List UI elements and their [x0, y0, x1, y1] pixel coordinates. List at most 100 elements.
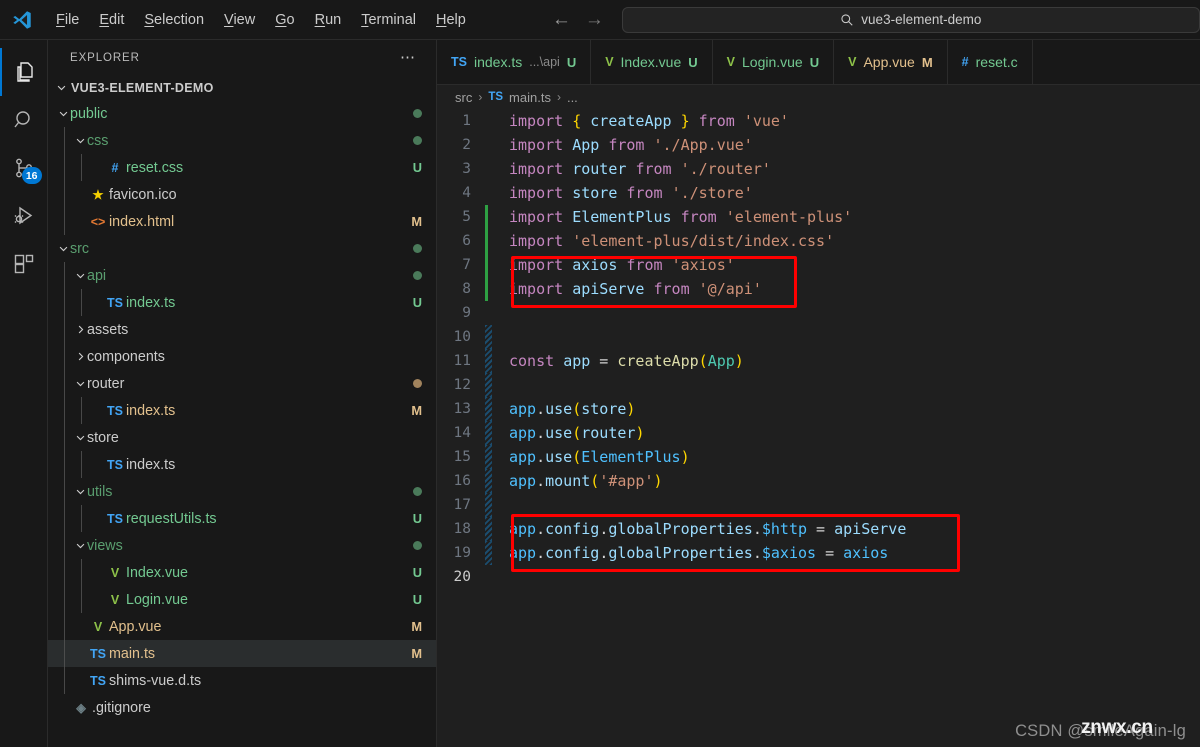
gutter-indent-marker — [483, 421, 497, 445]
code-line[interactable]: 7 import axios from 'axios' — [437, 253, 1200, 277]
code-line[interactable]: 11 const app = createApp(App) — [437, 349, 1200, 373]
explorer-root-folder[interactable]: VUE3-ELEMENT-DEMO — [48, 75, 436, 100]
chevron-down-icon[interactable] — [73, 378, 87, 389]
chevron-right-icon — [78, 325, 83, 334]
menu-run[interactable]: Run — [307, 7, 350, 33]
editor-tab-index-vue[interactable]: V Index.vue U — [591, 40, 713, 84]
code-line[interactable]: 4 import store from './store' — [437, 181, 1200, 205]
code-line[interactable]: 5 import ElementPlus from 'element-plus' — [437, 205, 1200, 229]
tree-item-components[interactable]: components — [48, 343, 436, 370]
code-line[interactable]: 6 import 'element-plus/dist/index.css' — [437, 229, 1200, 253]
menu-edit[interactable]: Edit — [91, 7, 132, 33]
git-status-dot-icon — [413, 541, 422, 550]
tree-item-views[interactable]: views — [48, 532, 436, 559]
editor-tab-login-vue[interactable]: V Login.vue U — [712, 40, 835, 84]
tree-item-index-html[interactable]: <> index.html M — [48, 208, 436, 235]
code-line[interactable]: 9 — [437, 301, 1200, 325]
chevron-down-icon[interactable] — [56, 108, 70, 119]
activity-item-extensions[interactable] — [0, 240, 48, 288]
menu-view[interactable]: View — [216, 7, 263, 33]
activity-item-search[interactable] — [0, 96, 48, 144]
code-line[interactable]: 18 app.config.globalProperties.$http = ap… — [437, 517, 1200, 541]
file-type-icon: V — [110, 565, 120, 580]
editor-tab-reset-c[interactable]: # reset.c — [947, 40, 1033, 84]
tree-item-shims-vue-d-ts[interactable]: TS shims-vue.d.ts — [48, 667, 436, 694]
tree-item-src[interactable]: src — [48, 235, 436, 262]
vscode-logo-icon — [0, 9, 44, 31]
tree-item-index-ts[interactable]: TS index.ts U — [48, 289, 436, 316]
tree-item--gitignore[interactable]: ◈ .gitignore — [48, 694, 436, 721]
indent-guide — [64, 505, 65, 532]
tree-item-reset-css[interactable]: # reset.css U — [48, 154, 436, 181]
indent-guide — [64, 289, 65, 316]
chevron-down-icon[interactable] — [73, 486, 87, 497]
editor-tab-index-ts[interactable]: TS index.ts ...\api U — [437, 40, 592, 84]
chevron-right-icon[interactable] — [73, 351, 87, 362]
git-status-badge: U — [412, 160, 422, 175]
file-type-icon: TS — [90, 673, 106, 688]
code-editor[interactable]: 1 import { createApp } from 'vue' 2 import … — [437, 109, 1200, 747]
activity-item-explorer[interactable] — [0, 48, 48, 96]
tree-item-api[interactable]: api — [48, 262, 436, 289]
editor-tab-app-vue[interactable]: V App.vue M — [834, 40, 948, 84]
tree-item-index-ts[interactable]: TS index.ts — [48, 451, 436, 478]
code-line[interactable]: 15 app.use(ElementPlus) — [437, 445, 1200, 469]
breadcrumb-item-src[interactable]: src — [455, 90, 472, 105]
code-line[interactable]: 16 app.mount('#app') — [437, 469, 1200, 493]
tree-item-index-ts[interactable]: TS index.ts M — [48, 397, 436, 424]
menu-terminal[interactable]: Terminal — [353, 7, 424, 33]
code-line[interactable]: 13 app.use(store) — [437, 397, 1200, 421]
indent-guide — [64, 613, 65, 640]
code-line[interactable]: 17 — [437, 493, 1200, 517]
code-line[interactable]: 20 — [437, 565, 1200, 589]
code-line[interactable]: 14 app.use(router) — [437, 421, 1200, 445]
menu-go[interactable]: Go — [267, 7, 302, 33]
activity-item-source-control[interactable]: 16 — [0, 144, 48, 192]
code-line[interactable]: 12 — [437, 373, 1200, 397]
tree-item-favicon-ico[interactable]: ★ favicon.ico — [48, 181, 436, 208]
breadcrumb-item-main-ts[interactable]: main.ts — [509, 90, 551, 105]
tree-item-router[interactable]: router — [48, 370, 436, 397]
code-line-text: app.mount('#app') — [509, 472, 663, 490]
indent-guide — [64, 316, 65, 343]
tree-item-requestutils-ts[interactable]: TS requestUtils.ts U — [48, 505, 436, 532]
tree-item-utils[interactable]: utils — [48, 478, 436, 505]
breadcrumb-item-symbols[interactable]: ... — [567, 90, 578, 105]
line-number: 15 — [453, 449, 471, 465]
activity-item-run-and-debug[interactable] — [0, 192, 48, 240]
arrow-left-icon[interactable]: ← — [552, 10, 571, 29]
code-line[interactable]: 2 import App from './App.vue' — [437, 133, 1200, 157]
menu-file[interactable]: File — [48, 7, 87, 33]
tree-item-css[interactable]: css — [48, 127, 436, 154]
file-type-icon: <> — [90, 214, 106, 229]
file-type-icon: ★ — [92, 188, 104, 202]
chevron-down-icon[interactable] — [56, 243, 70, 254]
quick-input-search[interactable]: vue3-element-demo — [621, 6, 1200, 33]
arrow-right-icon[interactable]: → — [585, 10, 604, 29]
chevron-right-icon[interactable] — [73, 324, 87, 335]
code-line[interactable]: 10 — [437, 325, 1200, 349]
tree-item-index-vue[interactable]: V Index.vue U — [48, 559, 436, 586]
code-line[interactable]: 8 import apiServe from '@/api' — [437, 277, 1200, 301]
file-type-icon: TS — [107, 295, 123, 310]
code-line[interactable]: 3 import router from './router' — [437, 157, 1200, 181]
chevron-down-icon[interactable] — [73, 540, 87, 551]
chevron-down-icon[interactable] — [73, 135, 87, 146]
chevron-down-icon[interactable] — [73, 432, 87, 443]
menu-selection[interactable]: Selection — [136, 7, 212, 33]
file-type-icon: V — [726, 55, 735, 69]
code-line[interactable]: 19 app.config.globalProperties.$axios = a… — [437, 541, 1200, 565]
tree-item-assets[interactable]: assets — [48, 316, 436, 343]
menu-help[interactable]: Help — [428, 7, 474, 33]
tree-item-login-vue[interactable]: V Login.vue U — [48, 586, 436, 613]
ellipsis-icon[interactable]: ⋯ — [400, 50, 416, 65]
tree-item-public[interactable]: public — [48, 100, 436, 127]
tree-item-main-ts[interactable]: TS main.ts M — [48, 640, 436, 667]
code-line[interactable]: 1 import { createApp } from 'vue' — [437, 109, 1200, 133]
chevron-down-icon[interactable] — [73, 270, 87, 281]
tree-item-store[interactable]: store — [48, 424, 436, 451]
file-type-icon: V — [605, 55, 614, 69]
gutter-indent-marker — [483, 349, 497, 373]
tree-item-app-vue[interactable]: V App.vue M — [48, 613, 436, 640]
git-status-dot-icon — [413, 487, 422, 496]
